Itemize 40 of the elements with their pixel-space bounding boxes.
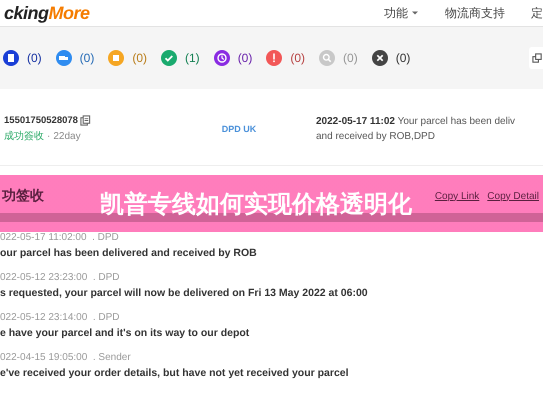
event-message: s requested, your parcel will now be delivered on Fri 13 May 2022 at 06:00 xyxy=(0,287,369,299)
status-count[interactable]: (0) xyxy=(396,51,410,65)
status-count[interactable]: (0) xyxy=(343,51,358,65)
document-icon[interactable] xyxy=(3,50,19,66)
copy-icon xyxy=(532,52,543,64)
alert-icon[interactable] xyxy=(266,50,282,66)
event-message: e have your parcel and it's on its way to our depot xyxy=(0,327,250,339)
status-count[interactable]: (1) xyxy=(185,51,200,65)
event-message: our parcel has been delivered and received by ROB xyxy=(0,247,258,259)
nav-link[interactable]: 定 xyxy=(531,4,543,22)
close-icon[interactable] xyxy=(372,50,388,66)
latest-event: and received by ROB,DPD xyxy=(316,130,436,144)
event-time: 022-04-15 19:05:00 . Sender xyxy=(0,352,132,363)
copy-button[interactable] xyxy=(529,47,543,69)
caret-icon xyxy=(411,9,419,17)
event-time: 022-05-17 11:02:00 . DPD xyxy=(0,232,120,243)
latest-event: 2022-05-17 11:02 Your parcel has been deliv xyxy=(316,115,516,129)
tracking-number: 15501750528078 xyxy=(4,115,78,126)
nav-link[interactable]: 功能 xyxy=(384,4,419,22)
copy-link[interactable]: Copy Detail xyxy=(487,190,539,202)
event-time: 022-05-12 23:14:00 . DPD xyxy=(0,312,121,323)
event-time: 022-05-12 23:23:00 . DPD xyxy=(0,272,121,283)
status-count[interactable]: (0) xyxy=(80,51,94,65)
event-message: e've received your order details, but have not yet received your parcel xyxy=(0,367,350,379)
status-count[interactable]: (0) xyxy=(27,51,42,65)
status-count[interactable]: (0) xyxy=(290,51,306,65)
logo[interactable]: ckingMore xyxy=(4,2,90,24)
status-text: 成功簽收 xyxy=(4,131,44,142)
copy-icon[interactable] xyxy=(80,115,91,126)
carrier-name[interactable]: DPD UK xyxy=(164,124,314,134)
age-text: 22day xyxy=(53,131,81,142)
nav-link[interactable]: 物流商支持 xyxy=(445,4,505,22)
detail-title: 功签收 xyxy=(2,187,44,205)
clock-icon[interactable] xyxy=(214,50,230,66)
separator-dot: · xyxy=(47,131,50,142)
check-icon[interactable] xyxy=(161,50,178,66)
copy-link[interactable]: Copy Link xyxy=(434,190,480,202)
status-count[interactable]: (0) xyxy=(238,51,252,65)
status-count[interactable]: (0) xyxy=(132,51,148,65)
banner-title: 凯普专线如何实现价格透明化 xyxy=(100,188,412,220)
